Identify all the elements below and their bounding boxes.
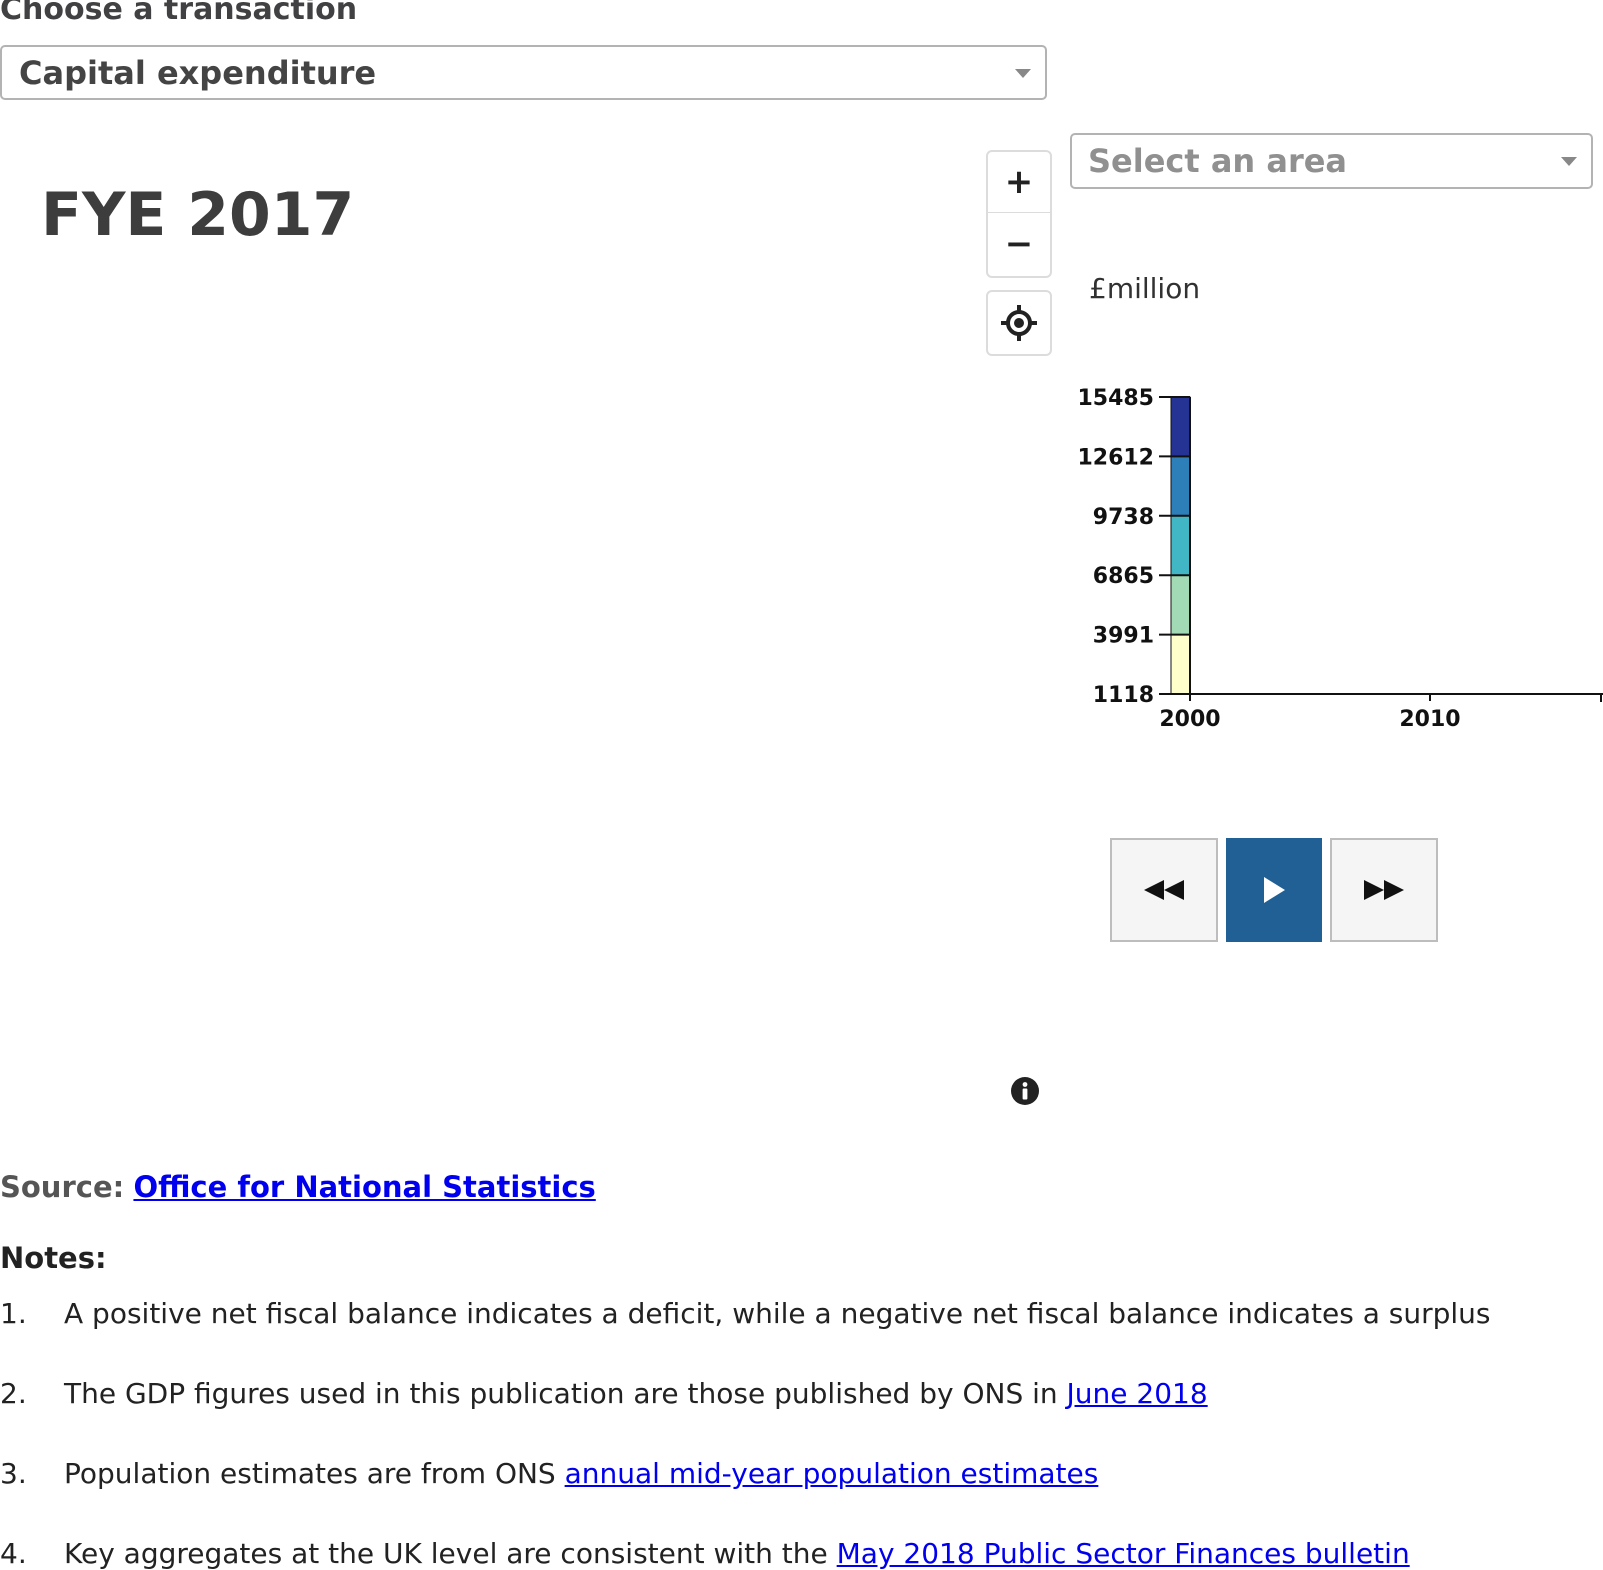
legend-bin (1170, 634, 1191, 695)
source-link[interactable]: Office for National Statistics (133, 1170, 595, 1204)
zoom-out-button[interactable]: − (988, 214, 1050, 274)
year-title: FYE 2017 (41, 180, 355, 250)
note-text-wrap: Population estimates are from ONS annual… (64, 1457, 1098, 1490)
note-text: A positive net fiscal balance indicates … (64, 1297, 1491, 1330)
legend-chart: 15485 12612 9738 6865 3991 11182000 2010 (1077, 386, 1603, 732)
note-link[interactable]: annual mid-year population estimates (565, 1457, 1099, 1490)
area-select[interactable]: Select an area (1070, 133, 1593, 189)
y-tick-label: 1118 (1093, 683, 1154, 708)
note-number: 1. (0, 1297, 27, 1330)
chevron-down-icon (1561, 157, 1577, 166)
info-icon[interactable] (1010, 1076, 1040, 1110)
note-text: Key aggregates at the UK level are consi… (64, 1537, 837, 1570)
unit-label: £million (1089, 272, 1201, 305)
note-number: 4. (0, 1537, 27, 1570)
chevron-down-icon (1015, 69, 1031, 78)
legend-bin (1170, 574, 1191, 636)
source-label: Source: (0, 1170, 125, 1204)
zoom-control: + − (986, 150, 1052, 278)
note-link[interactable]: May 2018 Public Sector Finances bulletin (837, 1537, 1410, 1570)
y-tick-label: 3991 (1093, 624, 1154, 649)
crosshair-icon (1001, 305, 1037, 341)
y-tick-label: 6865 (1093, 564, 1154, 589)
y-tick-label: 12612 (1077, 445, 1154, 470)
note-text: Population estimates are from ONS (64, 1457, 565, 1490)
transaction-select[interactable]: Capital expenditure (0, 45, 1047, 100)
x-tick-label: 2010 (1399, 707, 1460, 732)
note-text-wrap: Key aggregates at the UK level are consi… (64, 1537, 1410, 1570)
locate-button[interactable] (986, 290, 1052, 356)
source-line: Source: Office for National Statistics (0, 1170, 596, 1204)
play-button[interactable] (1226, 838, 1322, 942)
transaction-label: Choose a transaction (0, 0, 358, 27)
legend-bin (1170, 515, 1191, 576)
zoom-in-button[interactable]: + (988, 152, 1050, 213)
transaction-select-value: Capital expenditure (19, 53, 377, 92)
note-number: 3. (0, 1457, 27, 1490)
note-number: 2. (0, 1377, 27, 1410)
rewind-button[interactable] (1110, 838, 1218, 942)
x-tick-label: 2000 (1159, 707, 1220, 732)
note-link[interactable]: June 2018 (1067, 1377, 1208, 1410)
legend-bin (1170, 455, 1191, 517)
y-tick-label: 15485 (1077, 386, 1154, 411)
note-text-wrap: The GDP figures used in this publication… (64, 1377, 1208, 1410)
notes-title: Notes: (0, 1241, 107, 1275)
y-tick-label: 9738 (1093, 505, 1154, 530)
fast-forward-button[interactable] (1330, 838, 1438, 942)
area-select-placeholder: Select an area (1088, 142, 1348, 180)
legend-bin (1170, 396, 1191, 457)
fast-forward-icon (1364, 880, 1404, 900)
play-icon (1264, 877, 1285, 903)
note-text: The GDP figures used in this publication… (64, 1377, 1067, 1410)
rewind-icon (1144, 880, 1184, 900)
